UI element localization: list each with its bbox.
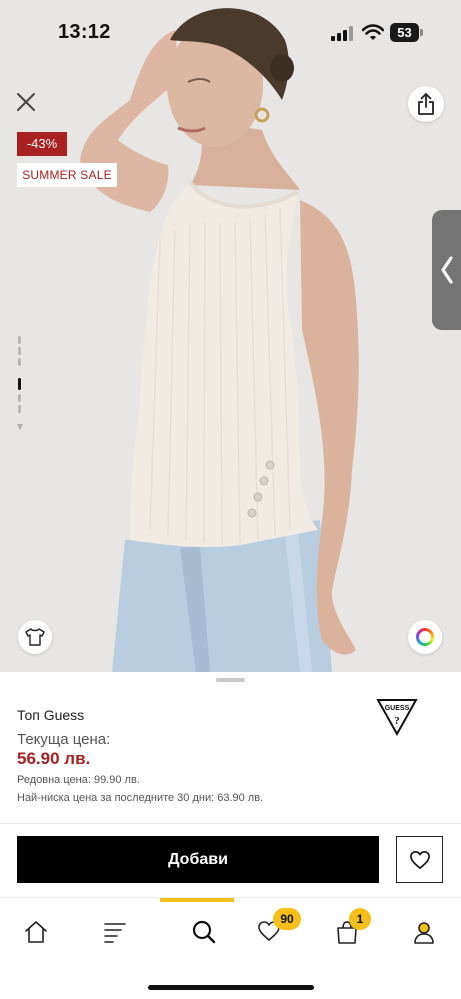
add-to-cart-button[interactable]: Добави xyxy=(17,836,379,883)
current-price: 56.90 лв. xyxy=(17,749,91,768)
color-options-button[interactable] xyxy=(408,620,442,654)
tab-menu[interactable] xyxy=(85,898,145,968)
sale-badge: SUMMER SALE xyxy=(17,163,117,187)
product-info-sheet: Топ Guess GUESS ? Текуща цена: 56.90 лв.… xyxy=(0,672,461,999)
product-image-gallery[interactable]: 13:12 53 -43% SUMMER SALE xyxy=(0,0,461,672)
battery-icon: 53 xyxy=(390,23,423,42)
search-icon xyxy=(192,920,216,944)
active-tab-indicator xyxy=(160,898,234,902)
cart-count-badge: 1 xyxy=(349,908,371,930)
guess-brand-logo[interactable]: GUESS ? xyxy=(376,698,418,736)
size-guide-button[interactable] xyxy=(18,620,52,654)
tab-home[interactable] xyxy=(6,898,66,968)
heart-icon xyxy=(410,851,430,869)
home-indicator xyxy=(148,985,314,990)
lowest-price: Най-ниска цена за последните 30 дни: 63.… xyxy=(17,792,264,804)
discount-badge: -43% xyxy=(17,132,67,156)
image-pager[interactable] xyxy=(17,336,23,432)
tab-account[interactable] xyxy=(394,898,454,968)
regular-price: Редовна цена: 99.90 лв. xyxy=(17,774,140,786)
favorites-count-badge: 90 xyxy=(273,908,301,930)
status-bar: 13:12 53 xyxy=(0,0,461,62)
divider xyxy=(0,823,461,824)
share-button[interactable] xyxy=(408,86,444,122)
tab-favorites[interactable]: 90 xyxy=(239,898,301,968)
tab-cart[interactable]: 1 xyxy=(317,898,377,968)
tab-search[interactable] xyxy=(160,898,234,968)
svg-text:GUESS: GUESS xyxy=(385,705,410,712)
chevron-left-icon xyxy=(441,256,453,284)
product-title: Топ Guess xyxy=(17,707,85,723)
pager-down-icon xyxy=(17,424,23,430)
sheet-grabber[interactable] xyxy=(216,678,245,682)
signal-icon xyxy=(331,26,353,41)
current-price-label: Текуща цена: xyxy=(17,731,111,748)
status-time: 13:12 xyxy=(58,21,111,43)
svg-text:?: ? xyxy=(394,715,400,727)
home-icon xyxy=(25,921,47,943)
battery-level: 53 xyxy=(390,23,419,42)
wifi-icon xyxy=(362,24,384,40)
side-panel-handle[interactable] xyxy=(432,210,461,330)
product-photo xyxy=(0,0,461,672)
close-icon[interactable] xyxy=(14,90,38,114)
favorite-button[interactable] xyxy=(396,836,443,883)
share-icon xyxy=(418,93,434,115)
tshirt-icon xyxy=(25,628,45,646)
color-wheel-icon xyxy=(416,628,434,646)
user-icon xyxy=(414,922,434,944)
menu-icon xyxy=(104,923,126,943)
bottom-tab-bar: 90 1 xyxy=(0,898,461,999)
